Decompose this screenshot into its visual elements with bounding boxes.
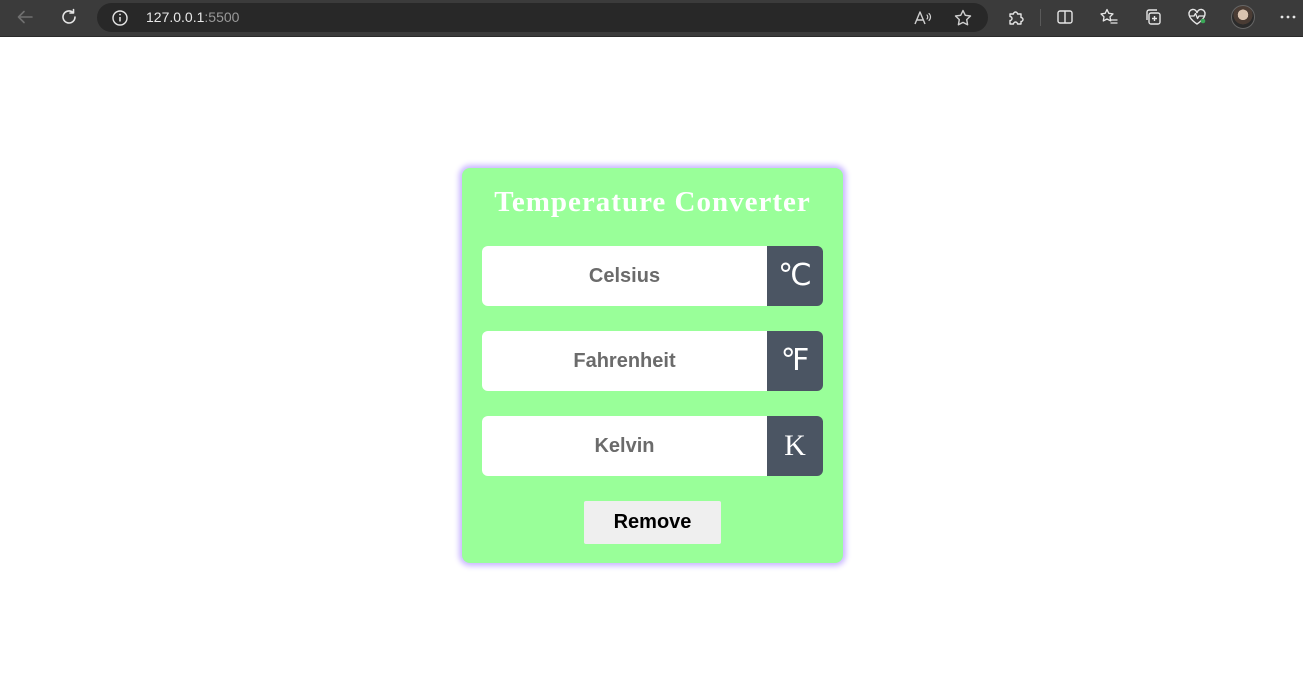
refresh-icon xyxy=(62,8,76,24)
puzzle-icon xyxy=(1009,11,1024,25)
split-screen-button[interactable] xyxy=(1047,0,1083,34)
read-aloud-button[interactable] xyxy=(908,3,938,32)
celsius-unit-label: ℃ xyxy=(767,246,823,306)
read-aloud-icon xyxy=(914,10,932,24)
info-icon[interactable] xyxy=(111,9,129,27)
split-screen-icon xyxy=(1057,10,1073,24)
extensions-button[interactable] xyxy=(998,0,1034,34)
back-button[interactable] xyxy=(7,0,43,34)
celsius-row: ℃ xyxy=(482,246,823,306)
favorites-list-icon xyxy=(1100,8,1118,24)
kelvin-row: K xyxy=(482,416,823,476)
avatar[interactable] xyxy=(1231,5,1255,29)
favorite-button[interactable] xyxy=(948,3,978,32)
url-text[interactable]: 127.0.0.1:5500 xyxy=(146,3,239,32)
browser-essentials-button[interactable] xyxy=(1179,0,1215,34)
kelvin-unit-label: K xyxy=(767,416,823,476)
collections-icon xyxy=(1146,9,1161,25)
remove-button[interactable]: Remove xyxy=(584,501,721,544)
toolbar-divider xyxy=(1040,9,1041,26)
more-button[interactable] xyxy=(1270,0,1303,34)
refresh-button[interactable] xyxy=(51,0,87,34)
converter-card: Temperature Converter ℃ ℉ K Remove xyxy=(462,168,843,563)
browser-toolbar: 127.0.0.1:5500 xyxy=(0,0,1303,37)
star-icon xyxy=(954,9,972,25)
url-port: :5500 xyxy=(204,9,240,25)
kelvin-input[interactable] xyxy=(482,416,767,476)
url-host: 127.0.0.1 xyxy=(146,9,205,25)
fahrenheit-unit-label: ℉ xyxy=(767,331,823,391)
fahrenheit-row: ℉ xyxy=(482,331,823,391)
back-arrow-icon xyxy=(17,10,33,24)
heart-pulse-icon xyxy=(1188,8,1206,25)
fahrenheit-input[interactable] xyxy=(482,331,767,391)
address-bar[interactable]: 127.0.0.1:5500 xyxy=(97,3,988,32)
collections-button[interactable] xyxy=(1135,0,1171,34)
celsius-input[interactable] xyxy=(482,246,767,306)
favorites-button[interactable] xyxy=(1091,0,1127,34)
page-title: Temperature Converter xyxy=(494,186,811,218)
more-icon xyxy=(1280,15,1296,19)
